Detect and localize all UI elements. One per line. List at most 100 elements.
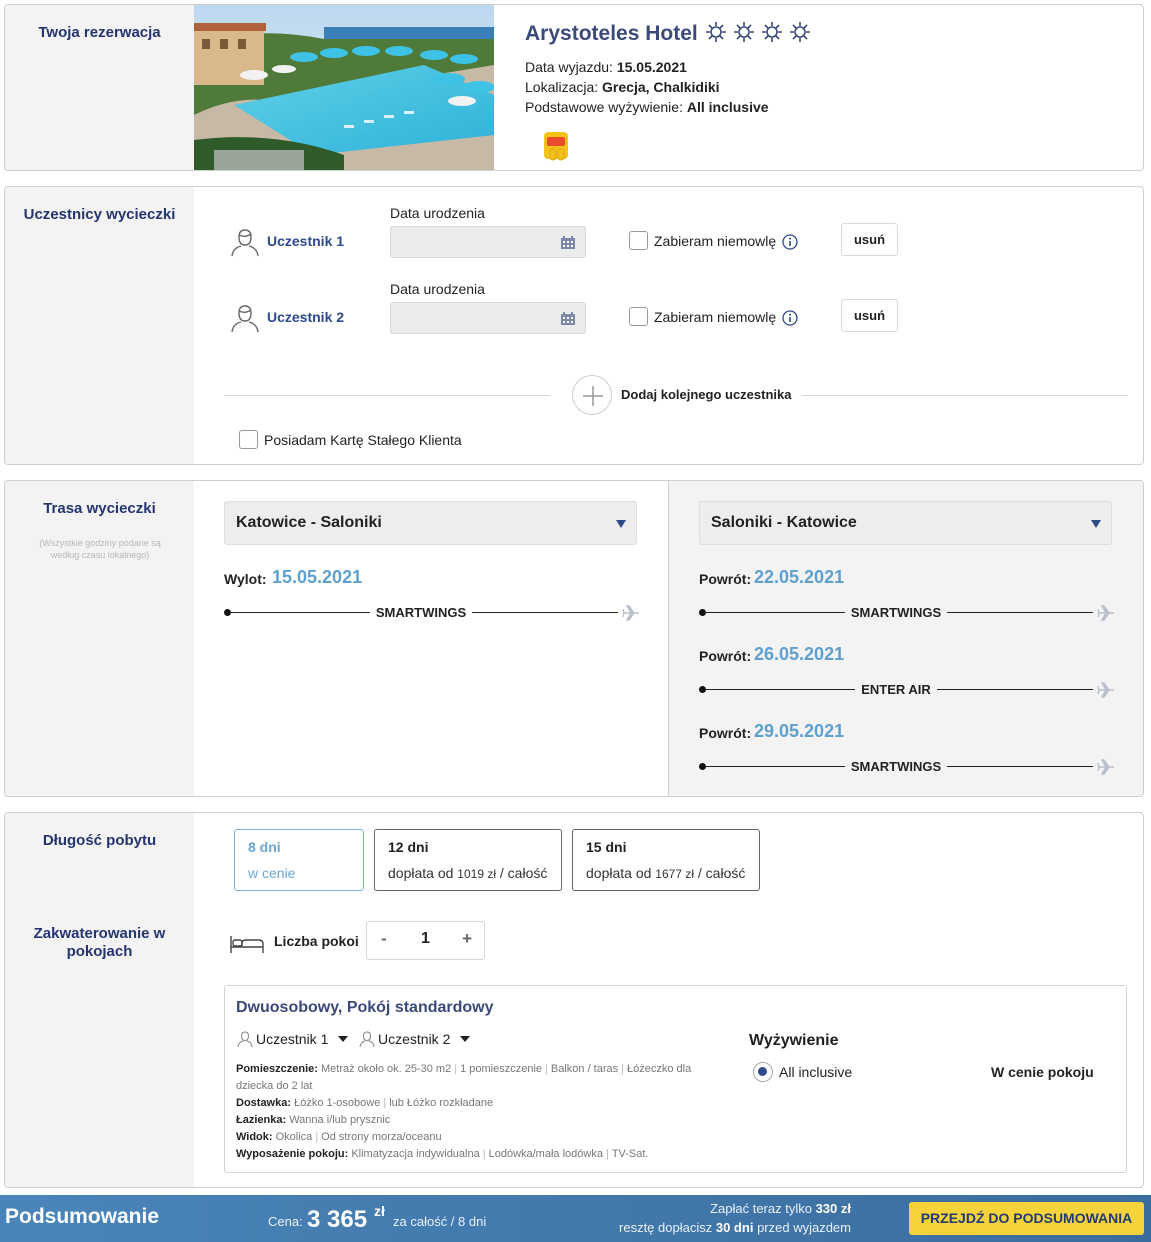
detail-label: Wyposażenie pokoju:: [236, 1148, 349, 1160]
detail-label: Łazienka:: [236, 1114, 287, 1126]
room-occupant-1: Uczestnik 1: [256, 1031, 329, 1047]
room-occupant-1-select[interactable]: Uczestnik 1: [236, 1030, 349, 1048]
sun-star-icon: [706, 22, 726, 42]
return-column: Saloniki - Katowice Powrót: 22.05.2021 S…: [668, 481, 1143, 796]
return-1-date[interactable]: 22.05.2021: [754, 567, 844, 588]
pay-now-line: Zapłać teraz tylko 330 zł: [619, 1199, 851, 1218]
calendar-icon[interactable]: [561, 236, 575, 249]
bed-icon: [230, 936, 264, 953]
detail-item: Wanna i/lub prysznic: [289, 1114, 391, 1126]
radio-dot: [758, 1067, 767, 1076]
detail-item: Łóżko 1-osobowe: [294, 1097, 381, 1109]
return-3-label[interactable]: Powrót:: [699, 725, 751, 741]
return-3-date[interactable]: 29.05.2021: [754, 721, 844, 742]
loyalty-card-checkbox[interactable]: [239, 430, 258, 449]
info-icon[interactable]: [782, 234, 798, 250]
chevron-down-icon: [1091, 520, 1101, 528]
participant-2-dob-input[interactable]: [390, 302, 586, 334]
detail-item: TV-Sat.: [611, 1148, 649, 1160]
board-all-inclusive-radio[interactable]: [753, 1062, 773, 1082]
stay-side: [5, 813, 194, 1187]
board-info: Podstawowe wyżywienie: All inclusive: [525, 99, 769, 115]
person-icon: [231, 229, 259, 257]
rest-days: 30 dni: [715, 1220, 754, 1235]
detail-item: lub Łóżko rozkładane: [389, 1097, 494, 1109]
chevron-down-icon: [616, 520, 626, 528]
room-card: Dwuosobowy, Pokój standardowy Uczestnik …: [224, 985, 1127, 1173]
participant-1-infant-checkbox[interactable]: [629, 231, 648, 250]
detail-item: Balkon / taras: [550, 1063, 619, 1075]
rest-suffix: przed wyjazdem: [757, 1220, 851, 1235]
person-icon: [231, 305, 259, 333]
return-2-label[interactable]: Powrót:: [699, 648, 751, 664]
summary-bar: Podsumowanie Cena: 3 365 zł za całość / …: [0, 1195, 1151, 1242]
route-time-note: (Wszystkie godziny podane są według czas…: [39, 538, 161, 560]
detail-item: Okolica: [275, 1131, 313, 1143]
sun-star-icon: [762, 22, 782, 42]
rooms-stepper[interactable]: - 1 +: [366, 921, 485, 960]
rooms-section-title: Zakwaterowanie w pokojach: [33, 925, 166, 960]
return-2-date[interactable]: 26.05.2021: [754, 644, 844, 665]
price-amount: 1677 zł: [655, 867, 694, 881]
price-prefix: dopłata od: [388, 865, 454, 881]
stay-option-title: 8 dni: [248, 839, 281, 855]
stay-option-title: 12 dni: [388, 839, 429, 855]
return-1-label[interactable]: Powrót:: [699, 571, 751, 587]
airplane-icon: [1097, 605, 1114, 621]
room-extra-bed-row: Dostawka: Łóżko 1-osobowe | lub Łóżko rozk…: [236, 1097, 494, 1109]
airplane-icon: [1097, 682, 1114, 698]
info-icon[interactable]: [782, 310, 798, 326]
add-participant-label[interactable]: Dodaj kolejnego uczestnika: [621, 387, 792, 402]
divider: [802, 395, 1128, 396]
participants-section-title: Uczestnicy wycieczki: [23, 206, 176, 223]
participant-2-remove-button[interactable]: usuń: [841, 299, 898, 332]
increment-button[interactable]: +: [462, 929, 472, 949]
return-1-flight-line[interactable]: SMARTWINGS: [699, 605, 1115, 621]
person-icon: [359, 1031, 375, 1048]
price-label: Cena:: [268, 1214, 303, 1229]
calendar-icon[interactable]: [561, 312, 575, 325]
sun-star-icon: [790, 22, 810, 42]
board-option-label[interactable]: All inclusive: [779, 1064, 852, 1080]
room-details: Pomieszczenie: Metraż około ok. 25-30 m2…: [236, 1061, 716, 1163]
return-3-flight-line[interactable]: SMARTWINGS: [699, 759, 1115, 775]
stay-section-title: Długość pobytu: [42, 832, 157, 849]
payment-note: Zapłać teraz tylko 330 zł resztę dopłaci…: [619, 1199, 851, 1237]
outbound-carrier: SMARTWINGS: [369, 605, 473, 620]
return-route-select[interactable]: Saloniki - Katowice: [699, 501, 1112, 545]
summary-title: Podsumowanie: [5, 1205, 160, 1228]
stay-option-15[interactable]: 15 dni dopłata od 1677 zł / całość: [572, 829, 760, 891]
board-price: W cenie pokoju: [991, 1064, 1094, 1080]
participants-panel: Uczestnicy wycieczki Uczestnik 1 Data ur…: [4, 186, 1144, 465]
person-icon: [237, 1031, 253, 1048]
return-1-carrier: SMARTWINGS: [844, 605, 948, 620]
participant-1-infant-label: Zabieram niemowlę: [654, 233, 777, 249]
plus-icon[interactable]: [573, 376, 613, 416]
participant-1-name: Uczestnik 1: [267, 233, 345, 249]
outbound-date: 15.05.2021: [272, 567, 363, 587]
participant-1-remove-button[interactable]: usuń: [841, 223, 898, 256]
room-occupant-2-select[interactable]: Uczestnik 2: [358, 1030, 471, 1048]
route-section-title: Trasa wycieczki: [43, 500, 156, 517]
location-value: Grecja, Chalkidiki: [602, 79, 720, 95]
stay-option-12[interactable]: 12 dni dopłata od 1019 zł / całość: [374, 829, 562, 891]
pay-now-amount: 330 zł: [815, 1201, 851, 1216]
stay-option-8[interactable]: 8 dni w cenie: [234, 829, 364, 891]
outbound-route-select[interactable]: Katowice - Saloniki: [224, 501, 637, 545]
hotel-name: Arystoteles Hotel: [525, 22, 698, 45]
participant-2-infant-checkbox[interactable]: [629, 307, 648, 326]
room-space-row: Pomieszczenie: Metraż około ok. 25-30 m2…: [236, 1063, 692, 1092]
detail-label: Dostawka:: [236, 1097, 292, 1109]
go-to-summary-button[interactable]: PRZEJDŹ DO PODSUMOWANIA: [909, 1202, 1144, 1235]
stay-panel: Długość pobytu Zakwaterowanie w pokojach…: [4, 812, 1144, 1188]
return-2-flight-line[interactable]: ENTER AIR: [699, 682, 1115, 698]
booking-section-title: Twoja rezerwacja: [38, 24, 161, 41]
hotel-photo: [194, 5, 494, 170]
stay-option-price: dopłata od 1677 zł / całość: [586, 865, 745, 881]
add-participant-button[interactable]: [572, 375, 612, 415]
price-amount: 1019 zł: [457, 867, 496, 881]
price-suffix: / całość: [697, 865, 746, 881]
participant-1-dob-input[interactable]: [390, 226, 586, 258]
airplane-icon: [1097, 759, 1114, 775]
pay-rest-line: resztę dopłacisz 30 dni przed wyjazdem: [619, 1218, 851, 1237]
